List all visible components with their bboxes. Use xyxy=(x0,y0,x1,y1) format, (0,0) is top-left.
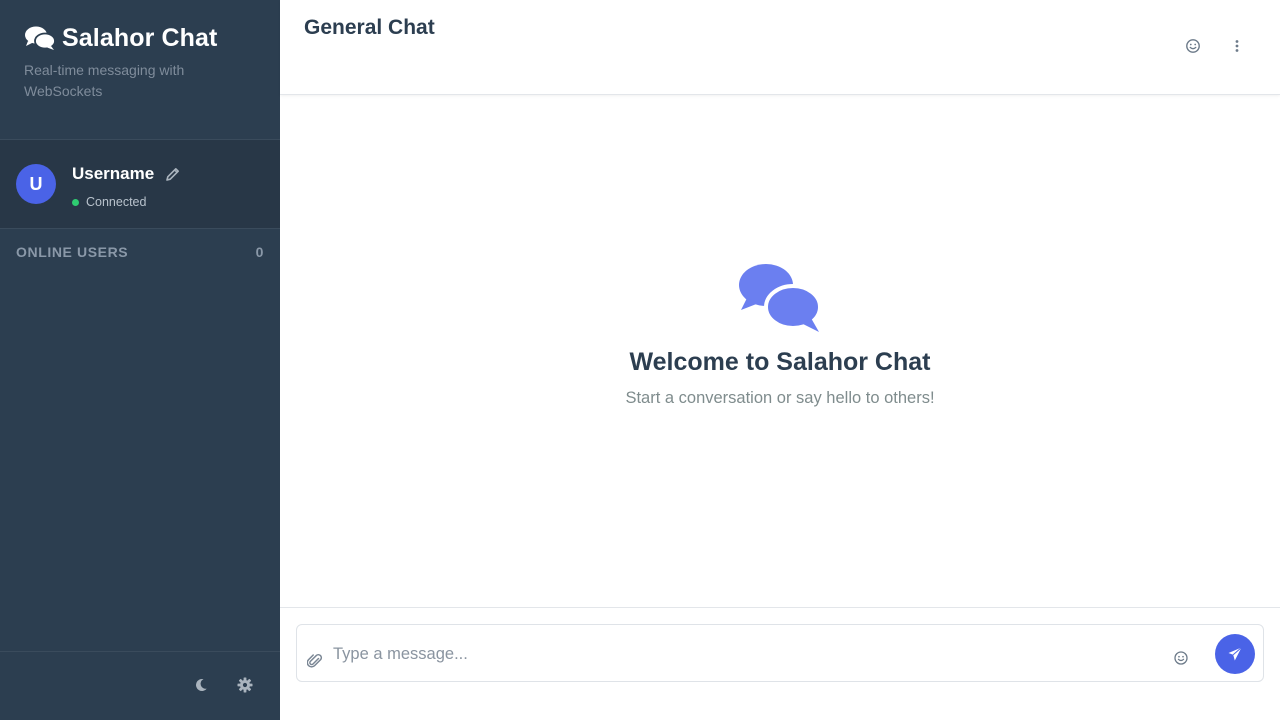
pencil-icon[interactable] xyxy=(164,165,182,183)
send-button[interactable] xyxy=(1215,634,1255,674)
online-users-count: 0 xyxy=(255,244,264,260)
chat-header: General Chat xyxy=(280,0,1280,95)
username: Username xyxy=(72,164,155,183)
gear-icon[interactable] xyxy=(236,676,254,694)
online-users-label: ONLINE USERS xyxy=(16,244,129,260)
emoji-icon[interactable] xyxy=(1184,37,1202,55)
chat-bubbles-icon xyxy=(739,264,822,332)
online-users-header: ONLINE USERS 0 xyxy=(16,244,264,260)
app-title: Salahor Chat xyxy=(62,23,218,52)
welcome-panel: Welcome to Salahor Chat Start a conversa… xyxy=(280,260,1280,408)
moon-icon[interactable] xyxy=(192,676,210,694)
composer-bar xyxy=(280,607,1280,720)
paperclip-icon[interactable] xyxy=(307,652,323,670)
user-panel: U Username Connected xyxy=(0,140,280,228)
emoji-icon[interactable] xyxy=(1173,650,1189,666)
welcome-title: Welcome to Salahor Chat xyxy=(629,348,931,376)
connection-status: Connected xyxy=(72,195,146,209)
brand: Salahor Chat Real-time messaging with We… xyxy=(24,22,264,102)
sidebar-footer xyxy=(0,651,280,720)
chat-title: General Chat xyxy=(304,16,435,39)
welcome-subtitle: Start a conversation or say hello to oth… xyxy=(625,389,935,407)
status-dot xyxy=(72,198,79,206)
more-vertical-icon[interactable] xyxy=(1228,37,1246,55)
send-icon xyxy=(1228,647,1242,661)
divider xyxy=(0,228,280,229)
message-composer xyxy=(296,624,1264,682)
sidebar: Salahor Chat Real-time messaging with We… xyxy=(0,0,280,720)
message-input[interactable] xyxy=(333,639,1153,669)
status-text: Connected xyxy=(86,195,147,209)
chat-bubbles-icon xyxy=(25,26,56,50)
avatar[interactable]: U xyxy=(16,164,56,204)
app-subtitle: Real-time messaging with WebSockets xyxy=(24,62,185,99)
